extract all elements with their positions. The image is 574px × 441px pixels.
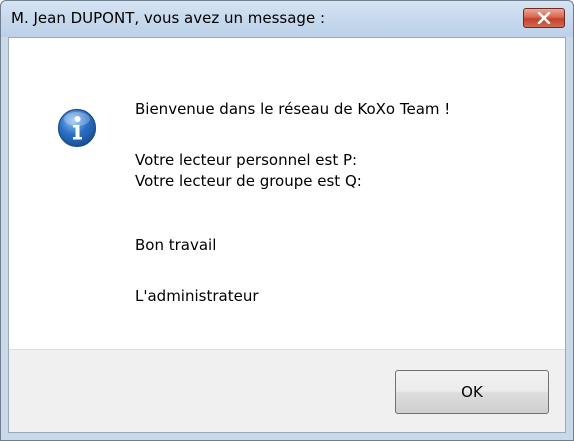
close-icon — [537, 12, 551, 24]
ok-button[interactable]: OK — [395, 370, 549, 414]
signature-text: L'administrateur — [135, 287, 259, 305]
button-bar: OK — [9, 349, 565, 432]
welcome-text: Bienvenue dans le réseau de KoXo Team ! — [135, 100, 451, 118]
group-drive-text: Votre lecteur de groupe est Q: — [135, 172, 362, 190]
message-dialog: M. Jean DUPONT, vous avez un message : B… — [0, 0, 574, 441]
dialog-body: Bienvenue dans le réseau de KoXo Team ! … — [8, 37, 566, 433]
personal-drive-text: Votre lecteur personnel est P: — [135, 151, 358, 169]
information-icon — [57, 108, 97, 148]
title-bar[interactable]: M. Jean DUPONT, vous avez un message : — [1, 1, 573, 37]
close-button[interactable] — [523, 8, 565, 28]
good-work-text: Bon travail — [135, 236, 217, 254]
dialog-title: M. Jean DUPONT, vous avez un message : — [11, 9, 325, 27]
